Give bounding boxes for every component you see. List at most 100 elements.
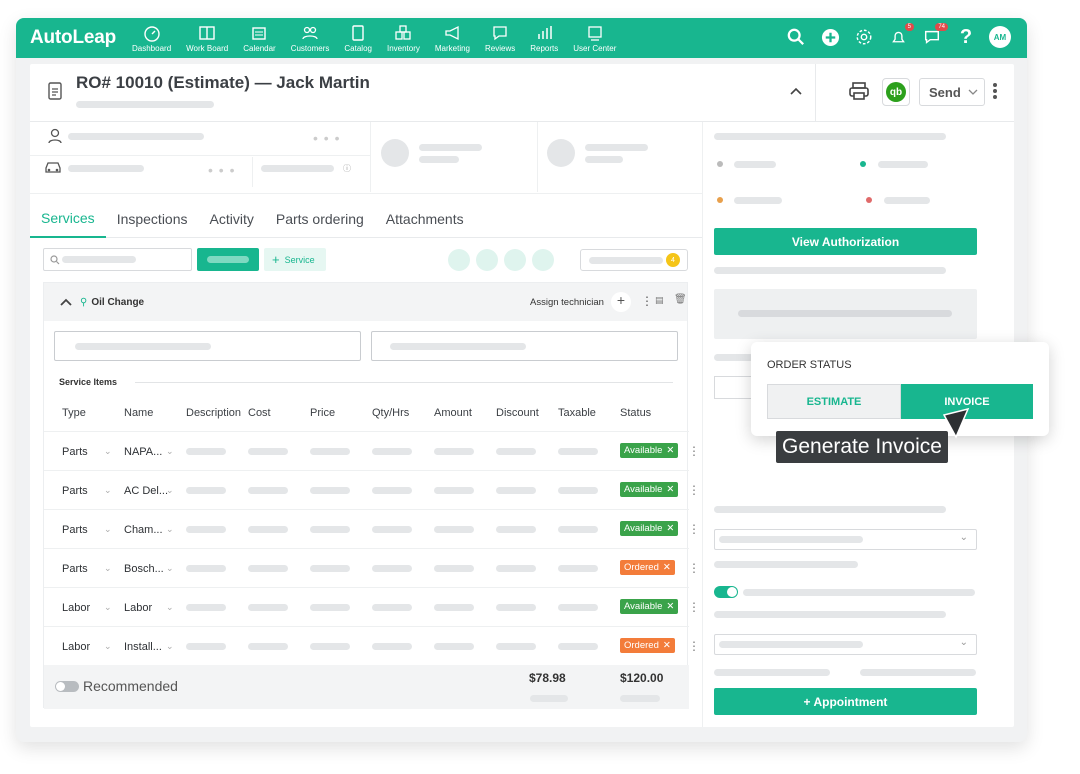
col-type: Type: [62, 407, 86, 419]
trash-icon[interactable]: 🗑: [674, 294, 687, 305]
filter-dropdown[interactable]: 4: [580, 249, 688, 271]
row-type: Parts: [62, 485, 88, 497]
printer-icon[interactable]: [848, 81, 870, 101]
nav-item-inventory[interactable]: Inventory: [387, 24, 420, 53]
nav-item-user-center[interactable]: User Center: [573, 24, 616, 53]
more-icon[interactable]: ⋮: [641, 294, 653, 308]
close-icon[interactable]: ✕: [663, 640, 671, 651]
nav-item-workboard[interactable]: Work Board: [186, 24, 228, 53]
row-more-icon[interactable]: ⋮: [688, 600, 700, 614]
chevron-down-icon[interactable]: ⌄: [104, 602, 112, 613]
search-icon[interactable]: [785, 26, 807, 48]
col-status: Status: [620, 407, 652, 419]
calendar-icon: [252, 27, 267, 40]
tab-activity[interactable]: Activity: [199, 200, 265, 238]
recommendation-input[interactable]: [371, 331, 678, 361]
note-icon[interactable]: ▤: [655, 295, 664, 306]
gear-icon[interactable]: [853, 26, 875, 48]
row-more-icon[interactable]: ⋮: [688, 561, 700, 575]
chevron-down-icon[interactable]: ⌄: [166, 485, 174, 496]
close-icon[interactable]: ✕: [666, 484, 674, 495]
tab-services[interactable]: Services: [30, 200, 106, 238]
add-appointment-button[interactable]: + Appointment: [714, 688, 977, 715]
row-more-icon[interactable]: ⋮: [688, 483, 700, 497]
chevron-down-icon[interactable]: ⌄: [104, 485, 112, 496]
wrench-icon[interactable]: [476, 249, 498, 271]
generate-invoice-tooltip: Generate Invoice: [776, 431, 948, 463]
search-input[interactable]: [43, 248, 192, 271]
nav-item-reports[interactable]: Reports: [530, 24, 558, 53]
count-badge: 4: [666, 253, 680, 267]
close-icon[interactable]: ✕: [666, 601, 674, 612]
user-icon[interactable]: [532, 249, 554, 271]
table-row[interactable]: Parts ⌄ NAPA... ⌄ Available ✕ ⋮: [44, 431, 700, 470]
status-badge[interactable]: Available ✕: [620, 521, 679, 536]
tab-parts-ordering[interactable]: Parts ordering: [265, 200, 375, 238]
help-icon[interactable]: ?: [955, 26, 977, 48]
status-label: Available: [624, 523, 663, 534]
send-label: Send: [929, 84, 961, 100]
chevron-down-icon[interactable]: ⌄: [166, 563, 174, 574]
close-icon[interactable]: ✕: [663, 562, 671, 573]
close-icon[interactable]: ✕: [666, 523, 674, 534]
chevron-down-icon[interactable]: ⌄: [166, 641, 174, 652]
tab-inspections[interactable]: Inspections: [106, 200, 199, 238]
status-badge[interactable]: Available ✕: [620, 443, 679, 458]
chevron-down-icon[interactable]: ⌄: [104, 641, 112, 652]
status-badge[interactable]: Ordered ✕: [620, 560, 675, 575]
table-row[interactable]: Labor ⌄ Install... ⌄ Ordered ✕ ⋮: [44, 626, 700, 665]
status-badge[interactable]: Available ✕: [620, 599, 679, 614]
status-badge[interactable]: Available ✕: [620, 482, 679, 497]
primary-action-button[interactable]: [197, 248, 259, 271]
table-row[interactable]: Parts ⌄ Cham... ⌄ Available ✕ ⋮: [44, 509, 700, 548]
row-more-icon[interactable]: ⋮: [688, 522, 700, 536]
add-service-button[interactable]: + Service: [264, 248, 326, 271]
note-input[interactable]: [54, 331, 361, 361]
chat-icon[interactable]: 74: [921, 23, 948, 48]
dropdown-2[interactable]: ⌄: [714, 634, 977, 655]
hide-icon[interactable]: [448, 249, 470, 271]
nav-label: Calendar: [243, 44, 276, 53]
row-more-icon[interactable]: ⋮: [688, 639, 700, 653]
more-menu-icon[interactable]: [993, 82, 997, 100]
recommended-toggle[interactable]: [55, 681, 79, 692]
estimate-button[interactable]: ESTIMATE: [767, 384, 901, 419]
tag-icon[interactable]: [504, 249, 526, 271]
reports-icon: [538, 26, 552, 39]
quickbooks-button[interactable]: qb: [882, 78, 910, 106]
chevron-up-icon[interactable]: [60, 298, 72, 306]
nav-item-reviews[interactable]: Reviews: [485, 24, 515, 53]
assign-technician[interactable]: Assign technician: [530, 297, 604, 308]
status-badge[interactable]: Ordered ✕: [620, 638, 675, 653]
nav-item-customers[interactable]: Customers: [291, 24, 329, 53]
table-row[interactable]: Parts ⌄ Bosch... ⌄ Ordered ✕ ⋮: [44, 548, 700, 587]
add-icon[interactable]: [819, 26, 841, 48]
row-more-icon[interactable]: ⋮: [688, 444, 700, 458]
nav-item-catalog[interactable]: Catalog: [344, 24, 372, 53]
chevron-down-icon[interactable]: ⌄: [104, 563, 112, 574]
chevron-down-icon[interactable]: ⌄: [104, 524, 112, 535]
tab-attachments[interactable]: Attachments: [375, 200, 475, 238]
subtitle-placeholder: [76, 101, 214, 108]
nav-item-calendar[interactable]: Calendar: [243, 24, 276, 53]
close-icon[interactable]: ✕: [666, 445, 674, 456]
chevron-down-icon[interactable]: ⌄: [166, 602, 174, 613]
avatar[interactable]: AM: [989, 26, 1011, 48]
nav-item-dashboard[interactable]: Dashboard: [132, 24, 171, 53]
add-technician-icon[interactable]: +: [611, 292, 631, 312]
chevron-down-icon[interactable]: ⌄: [166, 524, 174, 535]
col-cost: Cost: [248, 407, 271, 419]
send-button[interactable]: Send: [919, 78, 985, 106]
chevron-down-icon[interactable]: ⌄: [166, 446, 174, 457]
chevron-down-icon: [968, 89, 978, 95]
nav-label: Catalog: [344, 44, 372, 53]
chevron-down-icon[interactable]: ⌄: [104, 446, 112, 457]
table-row[interactable]: Parts ⌄ AC Del... ⌄ Available ✕ ⋮: [44, 470, 700, 509]
nav-item-marketing[interactable]: Marketing: [435, 24, 470, 53]
dropdown-1[interactable]: ⌄: [714, 529, 977, 550]
settings-toggle[interactable]: [714, 586, 738, 598]
table-row[interactable]: Labor ⌄ Labor ⌄ Available ✕ ⋮: [44, 587, 700, 626]
bell-icon[interactable]: 5: [887, 23, 914, 48]
view-authorization-button[interactable]: View Authorization: [714, 228, 977, 255]
chevron-up-icon[interactable]: [789, 86, 803, 96]
